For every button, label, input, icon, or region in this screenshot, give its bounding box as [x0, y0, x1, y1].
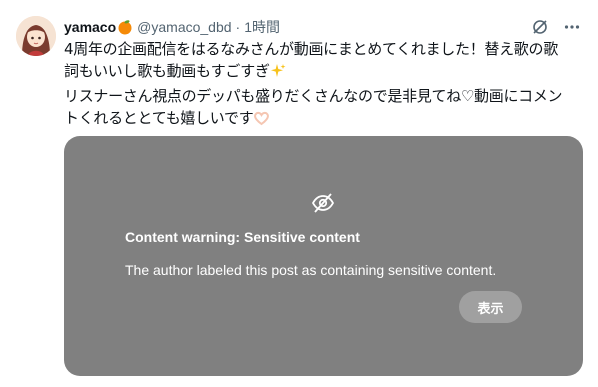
post-header: yamaco @yamaco_dbd · 1時間 — [64, 16, 582, 38]
content-warning-description: The author labeled this post as containi… — [125, 262, 497, 278]
content-warning-title: Content warning: Sensitive content — [125, 229, 360, 245]
post-text-segment: トくれるととても嬉しいです — [64, 109, 254, 127]
eye-slash-icon — [311, 191, 335, 215]
post-text-line: 詞もいいし歌も動画もすごすぎ — [64, 60, 582, 85]
author-display-name[interactable]: yamaco — [64, 17, 116, 37]
post-text: 4周年の企画配信をはるなみさんが動画にまとめてくれました！替え歌の歌 詞もいいし… — [64, 38, 582, 132]
post-text-line: リスナーさん視点のデッパも盛りだくさんなので是非見てね♡動画にコメン — [64, 87, 563, 105]
post-timestamp[interactable]: 1時間 — [244, 17, 280, 37]
sensitive-media-container: Content warning: Sensitive content The a… — [64, 136, 583, 376]
orange-emoji-icon — [117, 19, 133, 35]
heart-hands-emoji-icon — [253, 110, 270, 132]
separator-dot: · — [235, 19, 241, 35]
avatar-image — [16, 16, 56, 56]
post-text-line: トくれるととても嬉しいです — [64, 107, 582, 132]
post[interactable]: yamaco @yamaco_dbd · 1時間 4周年の企画配信をはるなみさん… — [0, 0, 598, 387]
author-handle[interactable]: @yamaco_dbd — [137, 17, 231, 37]
more-icon[interactable] — [562, 17, 582, 37]
grok-icon[interactable] — [530, 17, 550, 37]
header-actions — [530, 16, 582, 38]
post-text-segment: 詞もいいし歌も動画もすごすぎ — [64, 62, 270, 80]
sparkles-emoji-icon — [270, 63, 286, 85]
avatar[interactable] — [16, 16, 56, 56]
post-text-line: 4周年の企画配信をはるなみさんが動画にまとめてくれました！替え歌の歌 — [64, 40, 558, 58]
show-content-button[interactable]: 表示 — [459, 291, 522, 323]
